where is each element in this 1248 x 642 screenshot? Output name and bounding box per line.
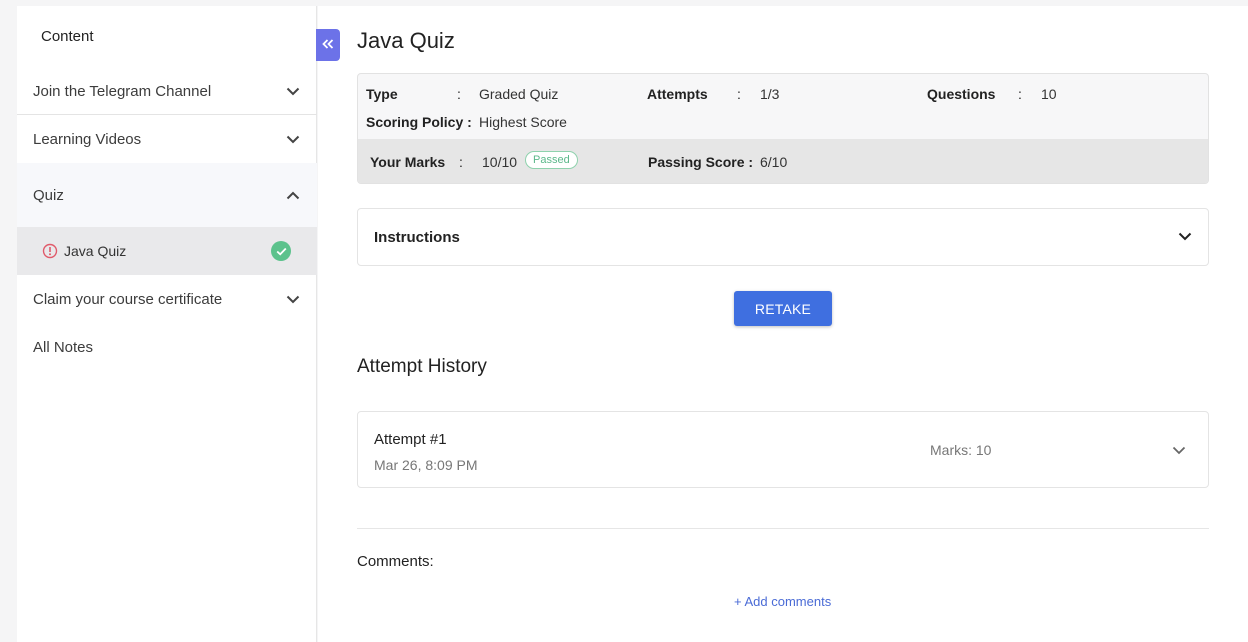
collapse-sidebar-button[interactable] xyxy=(316,29,340,61)
attempt-card[interactable]: Attempt #1 Mar 26, 8:09 PM Marks: 10 xyxy=(357,411,1209,488)
chevron-down-icon xyxy=(285,291,301,307)
attempts-value: 1/3 xyxy=(760,86,780,102)
attempts-colon: : xyxy=(737,86,741,102)
sidebar-item-all-notes[interactable]: All Notes xyxy=(17,323,317,371)
chevron-up-icon xyxy=(285,187,301,203)
instructions-accordion[interactable]: Instructions xyxy=(357,208,1209,266)
sidebar-item-learning-videos[interactable]: Learning Videos xyxy=(17,115,317,163)
attempt-date: Mar 26, 8:09 PM xyxy=(374,457,478,473)
attempt-name: Attempt #1 xyxy=(374,431,447,448)
sidebar-item-label: Claim your course certificate xyxy=(33,290,223,308)
questions-colon: : xyxy=(1018,86,1022,102)
sidebar-item-certificate[interactable]: Claim your course certificate xyxy=(17,275,317,323)
page-title: Java Quiz xyxy=(357,28,455,53)
type-label: Type xyxy=(366,86,398,102)
your-marks-colon: : xyxy=(459,154,463,170)
quiz-icon xyxy=(42,243,58,259)
comments-label: Comments: xyxy=(357,553,434,570)
double-chevron-left-icon xyxy=(322,36,334,54)
type-colon: : xyxy=(457,86,461,102)
sidebar: Content Join the Telegram Channel Learni… xyxy=(17,6,317,642)
chevron-down-icon xyxy=(285,83,301,99)
attempts-label: Attempts xyxy=(647,86,708,102)
passing-score-value: 6/10 xyxy=(760,154,788,170)
your-marks-label: Your Marks xyxy=(370,154,446,170)
sidebar-item-label: Learning Videos xyxy=(33,130,142,148)
quiz-info-card: Type : Graded Quiz Attempts : 1/3 Questi… xyxy=(357,73,1209,184)
sidebar-item-label: All Notes xyxy=(33,338,94,356)
retake-button[interactable]: RETAKE xyxy=(734,291,832,326)
sidebar-subitem-label: Java Quiz xyxy=(64,243,127,259)
scoring-policy-label: Scoring Policy : xyxy=(366,114,472,130)
sidebar-item-telegram[interactable]: Join the Telegram Channel xyxy=(17,68,317,115)
sidebar-item-label: Quiz xyxy=(33,186,64,204)
quiz-info-row: Type : Graded Quiz Attempts : 1/3 Questi… xyxy=(358,74,1208,139)
sidebar-item-quiz[interactable]: Quiz xyxy=(17,163,317,227)
scoring-policy-value: Highest Score xyxy=(479,114,567,130)
passing-score-label: Passing Score : xyxy=(648,154,754,170)
check-circle-icon xyxy=(271,241,291,261)
main-content: Java Quiz Type : Graded Quiz Attempts : … xyxy=(318,6,1248,642)
sidebar-subitem-java-quiz[interactable]: Java Quiz xyxy=(17,227,317,275)
sidebar-item-label: Join the Telegram Channel xyxy=(33,82,212,100)
quiz-result-row: Your Marks : 10/10 Passed Passing Score … xyxy=(358,139,1208,183)
sidebar-title: Content xyxy=(41,28,94,45)
divider xyxy=(357,528,1209,529)
your-marks-value: 10/10 xyxy=(482,154,518,170)
type-value: Graded Quiz xyxy=(479,86,559,102)
add-comments-link[interactable]: + Add comments xyxy=(734,594,831,609)
questions-value: 10 xyxy=(1041,86,1057,102)
attempt-marks: Marks: 10 xyxy=(930,442,992,458)
questions-label: Questions xyxy=(927,86,996,102)
attempt-history-title: Attempt History xyxy=(357,356,487,377)
chevron-down-icon xyxy=(285,131,301,147)
instructions-label: Instructions xyxy=(374,228,460,246)
chevron-down-icon[interactable] xyxy=(1172,442,1188,458)
chevron-down-icon xyxy=(1178,228,1192,246)
passed-badge: Passed xyxy=(525,151,578,169)
